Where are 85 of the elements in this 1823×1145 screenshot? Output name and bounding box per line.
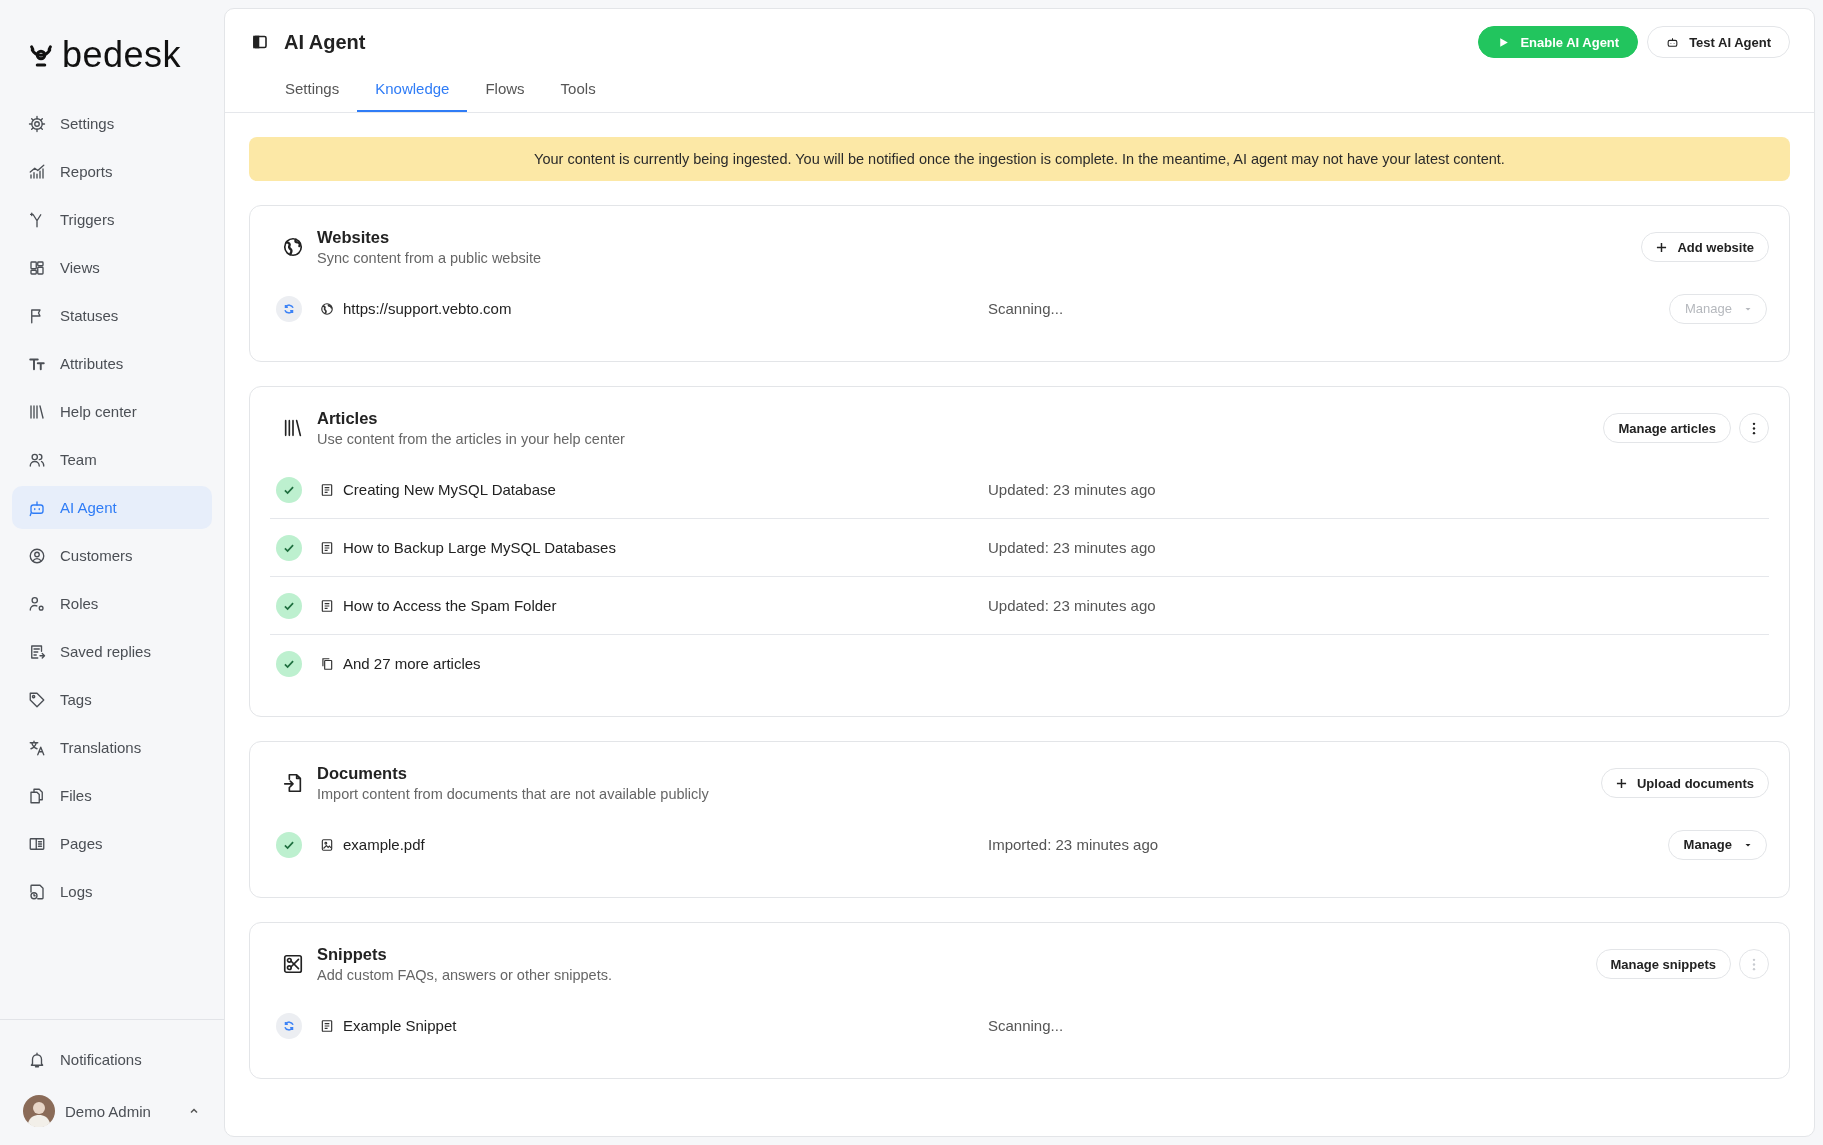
- ingestion-banner: Your content is currently being ingested. You will be notified once the ingestion is complete. In the meantime, AI agent may not have your latest content.: [249, 137, 1790, 181]
- more-vertical-icon: [1752, 957, 1756, 971]
- manage-button[interactable]: Manage snippets: [1595, 949, 1731, 979]
- file-image-icon: [320, 837, 334, 852]
- item-status-text: Updated: 23 minutes ago: [988, 539, 1157, 556]
- item-status-text: Imported: 23 minutes ago: [988, 836, 1160, 853]
- sidebar-item[interactable]: Reports: [12, 150, 212, 193]
- manage-button[interactable]: Manage articles: [1603, 413, 1731, 443]
- document-icon: [320, 540, 334, 555]
- list-arrow-icon: [28, 642, 46, 661]
- sidebar-item[interactable]: Roles: [12, 582, 212, 625]
- section-subtitle: Import content from documents that are not available publicly: [317, 786, 709, 802]
- item-name: How to Access the Spam Folder: [343, 597, 558, 614]
- document-icon: [320, 482, 334, 497]
- gear-icon: [28, 114, 46, 133]
- tab[interactable]: Settings: [267, 76, 358, 112]
- document-icon: [320, 1018, 334, 1033]
- translate-icon: [28, 738, 46, 757]
- globe-icon: [282, 236, 304, 258]
- section-subtitle: Sync content from a public website: [317, 250, 542, 266]
- file-import-icon: [282, 772, 304, 794]
- document-icon: [320, 598, 334, 613]
- plus-icon: [1616, 777, 1627, 789]
- page-title: AI Agent: [284, 30, 366, 54]
- item-name: example.pdf: [343, 836, 426, 853]
- item-name: And 27 more articles: [343, 655, 482, 672]
- user-menu[interactable]: Demo Admin: [12, 1091, 212, 1131]
- play-icon: [1497, 35, 1511, 49]
- scissors-icon: [282, 953, 304, 975]
- section-subtitle: Add custom FAQs, answers or other snippets.: [317, 967, 612, 983]
- item-status-text: Updated: 23 minutes ago: [988, 481, 1157, 498]
- sidebar-item[interactable]: Triggers: [12, 198, 212, 241]
- item-name: Example Snippet: [343, 1017, 458, 1034]
- more-button[interactable]: [1739, 413, 1769, 443]
- more-vertical-icon: [1752, 421, 1756, 435]
- manage-dropdown[interactable]: Manage: [1667, 829, 1767, 860]
- user-gear-icon: [28, 594, 46, 613]
- grid-icon: [28, 258, 46, 277]
- test-agent-button[interactable]: Test AI Agent: [1647, 26, 1790, 58]
- plus-icon: [1656, 241, 1668, 253]
- sidebar-item[interactable]: Tags: [12, 678, 212, 721]
- sidebar-toggle-icon[interactable]: [252, 34, 268, 50]
- user-circle-icon: [28, 546, 46, 565]
- robot-icon: [28, 498, 46, 517]
- item-status-text: Updated: 23 minutes ago: [988, 597, 1157, 614]
- section-title: Websites: [317, 228, 391, 247]
- sidebar-item[interactable]: Pages: [12, 822, 212, 865]
- section-title: Snippets: [317, 945, 388, 964]
- logo-text: bedesk: [62, 37, 182, 73]
- sidebar-item[interactable]: Statuses: [12, 294, 212, 337]
- item-name: Creating New MySQL Database: [343, 481, 557, 498]
- add-button[interactable]: Add website: [1641, 232, 1769, 262]
- library-icon: [282, 417, 304, 439]
- section-title: Articles: [317, 409, 379, 428]
- item-name: https://support.vebto.com: [343, 300, 513, 317]
- sidebar-item[interactable]: Logs: [12, 870, 212, 913]
- sidebar-item[interactable]: Views: [12, 246, 212, 289]
- copy-icon: [320, 656, 334, 671]
- library-icon: [28, 402, 46, 421]
- robot-icon: [1666, 35, 1680, 49]
- sidebar-item[interactable]: Team: [12, 438, 212, 481]
- tab[interactable]: Knowledge: [357, 76, 468, 112]
- tag-icon: [28, 690, 46, 709]
- sidebar-item[interactable]: Customers: [12, 534, 212, 577]
- section-subtitle: Use content from the articles in your help center: [317, 431, 625, 447]
- sidebar-item[interactable]: Translations: [12, 726, 212, 769]
- item-name: How to Backup Large MySQL Databases: [343, 539, 617, 556]
- sidebar-item[interactable]: Settings: [12, 102, 212, 145]
- chart-icon: [28, 162, 46, 181]
- globe-icon: [320, 301, 334, 316]
- sidebar-item[interactable]: Saved replies: [12, 630, 212, 673]
- item-status-text: Scanning...: [988, 1017, 1065, 1034]
- bell-icon: [28, 1050, 46, 1069]
- sidebar-item[interactable]: Attributes: [12, 342, 212, 385]
- tab[interactable]: Flows: [467, 76, 543, 112]
- item-status-text: Scanning...: [988, 300, 1065, 317]
- add-button[interactable]: Upload documents: [1601, 768, 1769, 798]
- tab[interactable]: Tools: [542, 76, 614, 112]
- files-icon: [28, 786, 46, 805]
- sidebar-item[interactable]: Help center: [12, 390, 212, 433]
- sidebar-item[interactable]: Files: [12, 774, 212, 817]
- avatar-icon: [23, 1095, 55, 1127]
- section-title: Documents: [317, 764, 408, 783]
- file-clock-icon: [28, 882, 46, 901]
- notifications-link[interactable]: Notifications: [12, 1038, 212, 1081]
